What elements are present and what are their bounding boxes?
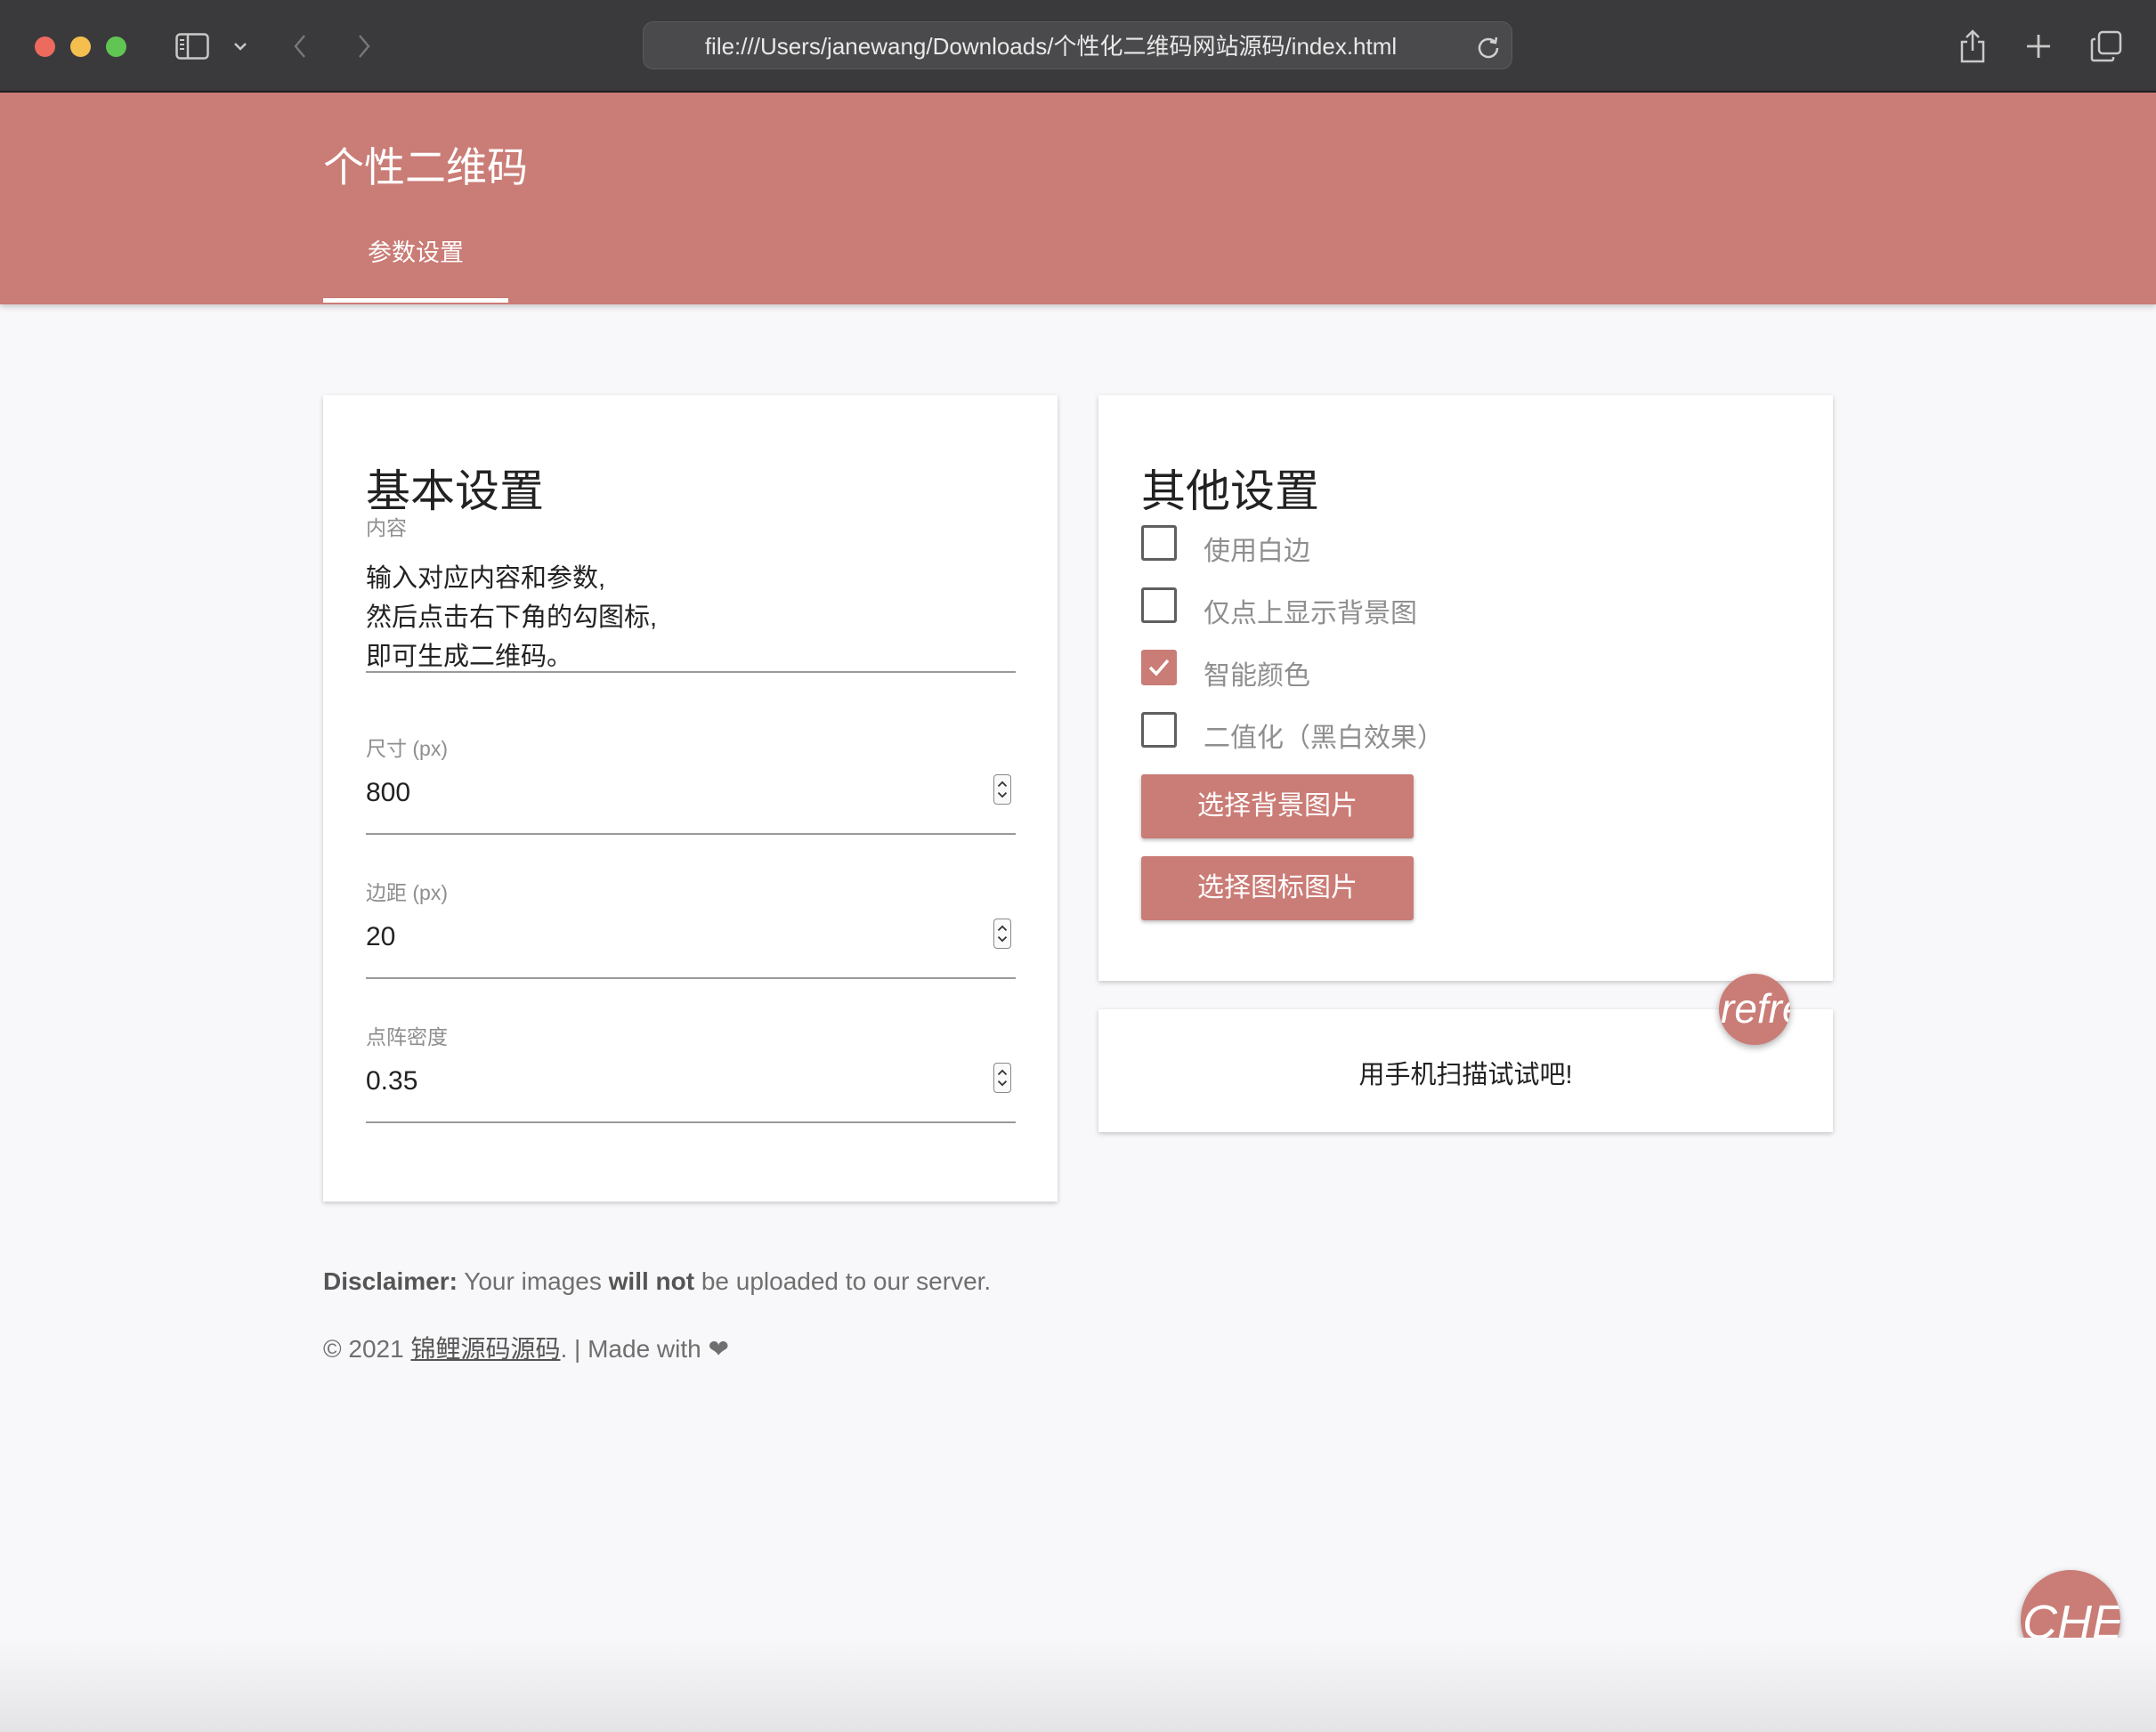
- reload-icon[interactable]: [1476, 34, 1501, 59]
- dots-only-bg-label: 仅点上显示背景图: [1204, 599, 1417, 628]
- size-stepper[interactable]: [993, 774, 1011, 805]
- disclaimer: Disclaimer: Your images will not be uplo…: [323, 1267, 991, 1296]
- density-label: 点阵密度: [366, 1025, 448, 1048]
- made-with-text: . | Made with ❤: [560, 1335, 729, 1363]
- content-line: 然后点击右下角的勾图标,: [366, 603, 658, 632]
- zoom-window-button[interactable]: [106, 36, 126, 57]
- white-border-label: 使用白边: [1204, 537, 1310, 566]
- content-textarea[interactable]: 输入对应内容和参数, 然后点击右下角的勾图标, 即可生成二维码。: [366, 559, 1016, 673]
- close-window-button[interactable]: [35, 36, 55, 57]
- content-line: 输入对应内容和参数,: [366, 564, 606, 593]
- disclaimer-text-end: be uploaded to our server.: [694, 1267, 992, 1295]
- smart-color-label: 智能颜色: [1204, 661, 1310, 691]
- size-value: 800: [366, 778, 411, 807]
- margin-input[interactable]: 20: [366, 913, 1016, 979]
- tab-settings[interactable]: 参数设置: [323, 226, 508, 301]
- page-title: 个性二维码: [323, 144, 528, 190]
- sidebar-toggle-icon[interactable]: [173, 27, 212, 66]
- margin-stepper[interactable]: [993, 919, 1011, 949]
- other-settings-title: 其他设置: [1141, 466, 1319, 516]
- scan-hint: 用手机扫描试试吧!: [1358, 1061, 1573, 1089]
- chevron-down-icon[interactable]: [230, 27, 251, 66]
- density-input[interactable]: 0.35: [366, 1057, 1016, 1123]
- select-background-button[interactable]: 选择背景图片: [1141, 774, 1414, 838]
- address-bar[interactable]: file:///Users/janewang/Downloads/个性化二维码网…: [643, 21, 1512, 69]
- content-line: 即可生成二维码。: [366, 643, 573, 671]
- white-border-checkbox[interactable]: [1141, 525, 1177, 561]
- disclaimer-emphasis: will not: [608, 1267, 695, 1295]
- density-stepper[interactable]: [993, 1063, 1011, 1093]
- copyright-year: © 2021: [323, 1335, 411, 1363]
- back-icon[interactable]: [287, 27, 313, 66]
- share-icon[interactable]: [1955, 27, 1990, 66]
- margin-value: 20: [366, 922, 396, 951]
- other-settings-card: 其他设置 使用白边 仅点上显示背景图 智能颜色 二值化（黑白效果） 选择背景图片…: [1098, 395, 1833, 981]
- content-label: 内容: [366, 516, 407, 539]
- density-value: 0.35: [366, 1066, 418, 1096]
- refresh-fab-button[interactable]: refresh: [1719, 974, 1790, 1045]
- minimize-window-button[interactable]: [70, 36, 91, 57]
- active-tab-indicator: [323, 298, 508, 303]
- checkmark-icon: [1148, 659, 1170, 676]
- url-text: file:///Users/janewang/Downloads/个性化二维码网…: [704, 33, 1398, 60]
- app-header: 个性二维码 参数设置: [0, 93, 2156, 304]
- basic-settings-card: 基本设置 内容 输入对应内容和参数, 然后点击右下角的勾图标, 即可生成二维码。…: [323, 395, 1058, 1202]
- page-bottom-fade: [0, 1638, 2156, 1732]
- browser-toolbar: file:///Users/janewang/Downloads/个性化二维码网…: [0, 0, 2156, 93]
- tab-overview-icon[interactable]: [2088, 27, 2124, 66]
- copyright: © 2021 锦鲤源码源码. | Made with ❤: [323, 1330, 729, 1365]
- binarize-checkbox[interactable]: [1141, 712, 1177, 748]
- size-label: 尺寸 (px): [366, 737, 448, 760]
- author-link[interactable]: 锦鲤源码源码: [410, 1335, 560, 1363]
- refresh-icon: refresh: [1721, 985, 1790, 1032]
- select-icon-button[interactable]: 选择图标图片: [1141, 856, 1414, 920]
- binarize-label: 二值化（黑白效果）: [1204, 724, 1444, 753]
- new-tab-icon[interactable]: [2021, 27, 2056, 66]
- size-input[interactable]: 800: [366, 769, 1016, 835]
- disclaimer-text: Your images: [457, 1267, 609, 1295]
- smart-color-checkbox[interactable]: [1141, 650, 1177, 685]
- forward-icon[interactable]: [351, 27, 377, 66]
- margin-label: 边距 (px): [366, 881, 448, 904]
- dots-only-bg-checkbox[interactable]: [1141, 587, 1177, 623]
- disclaimer-label: Disclaimer:: [323, 1267, 458, 1295]
